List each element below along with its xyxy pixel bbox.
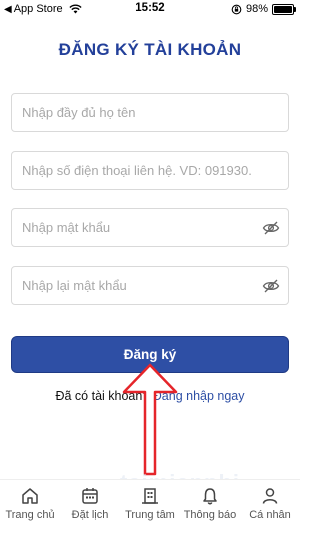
building-icon (142, 488, 158, 504)
tab-label: Đặt lịch (71, 509, 109, 521)
login-prompt-text: Đã có tài khoản? (55, 389, 150, 403)
login-prompt-row: Đã có tài khoản? Đăng nhập ngay (0, 389, 300, 403)
password-input[interactable] (12, 209, 288, 246)
eye-off-icon[interactable] (262, 220, 280, 236)
confirm-password-input[interactable] (12, 267, 288, 304)
full-name-field[interactable] (11, 93, 289, 132)
full-name-input[interactable] (12, 94, 288, 131)
eye-off-icon[interactable] (262, 278, 280, 294)
calendar-icon (82, 488, 98, 504)
tab-label: Trang chủ (5, 509, 55, 521)
home-icon (22, 488, 38, 504)
status-bar: ◀ App Store 15:52 98% (0, 0, 300, 18)
person-icon (262, 488, 278, 504)
orientation-lock-icon (231, 4, 242, 14)
tab-label: Cá nhân (249, 509, 291, 521)
register-button[interactable]: Đăng ký (11, 336, 289, 373)
tab-home[interactable]: Trang chủ (0, 486, 60, 521)
tab-profile[interactable]: Cá nhân (240, 486, 300, 521)
tab-label: Trung tâm (125, 509, 175, 521)
bell-icon (203, 488, 217, 505)
tab-center[interactable]: Trung tâm (120, 486, 180, 521)
page-title: ĐĂNG KÝ TÀI KHOẢN (58, 40, 242, 59)
tab-booking[interactable]: Đặt lịch (60, 486, 120, 521)
bottom-tab-bar: Trang chủ Đặt lịch Trung tâm Thông báo C… (0, 479, 300, 535)
status-indicators: 98% (231, 3, 296, 15)
battery-icon (272, 3, 296, 15)
battery-level (274, 5, 292, 13)
phone-field[interactable] (11, 151, 289, 190)
confirm-password-field[interactable] (11, 266, 289, 305)
tab-label: Thông báo (183, 509, 237, 521)
tab-notifications[interactable]: Thông báo (180, 486, 240, 521)
login-link[interactable]: Đăng nhập ngay (153, 389, 245, 403)
password-field[interactable] (11, 208, 289, 247)
battery-percent: 98% (245, 3, 268, 15)
phone-input[interactable] (12, 152, 288, 189)
